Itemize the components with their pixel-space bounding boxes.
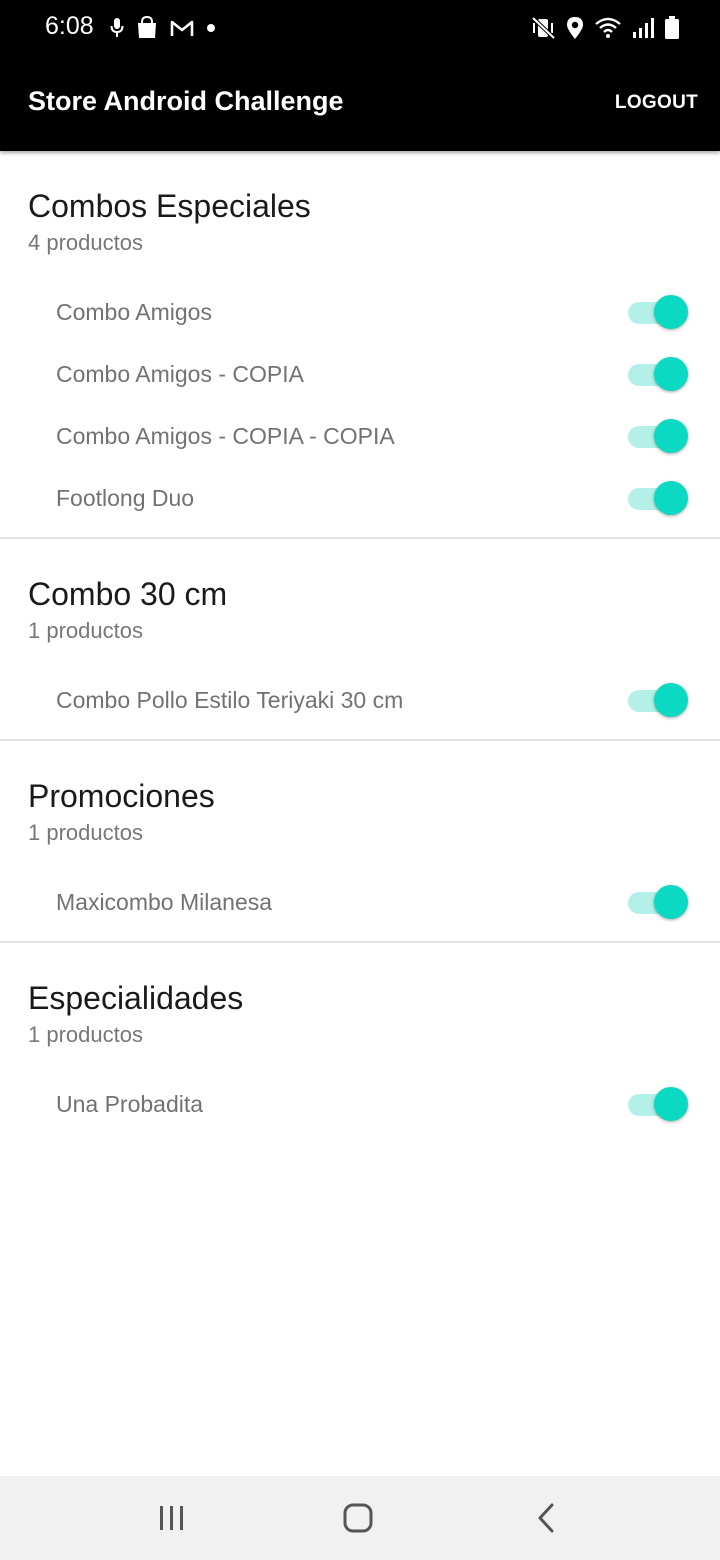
product-toggle[interactable] [628, 356, 688, 392]
product-row: Maxicombo Milanesa [0, 871, 720, 933]
product-row: Combo Amigos - COPIA - COPIA [0, 405, 720, 467]
category-title: Combos Especiales [28, 188, 311, 224]
shopping-bag-icon [136, 16, 158, 40]
category-count: 4 productos [28, 230, 143, 255]
app-title: Store Android Challenge [28, 86, 344, 116]
category-section: Combo 30 cm 1 productos Combo Pollo Esti… [0, 539, 720, 741]
product-name: Footlong Duo [56, 484, 195, 511]
category-header: Promociones 1 productos [0, 741, 720, 849]
microphone-icon [110, 17, 124, 39]
toggle-thumb [654, 357, 688, 391]
gmail-icon [170, 19, 194, 37]
status-time: 6:08 [45, 12, 94, 40]
back-icon[interactable] [526, 1498, 566, 1538]
screen: 6:08 Store Android Challenge LOGOUT Comb… [0, 0, 720, 1560]
status-right-icons [532, 14, 680, 42]
product-toggle[interactable] [628, 294, 688, 330]
category-header: Combos Especiales 4 productos [0, 151, 720, 259]
product-name: Combo Amigos [56, 298, 212, 325]
category-title: Combo 30 cm [28, 576, 228, 612]
product-list: Una Probadita [0, 1051, 720, 1143]
logout-button[interactable]: LOGOUT [615, 92, 698, 114]
category-header: Especialidades 1 productos [0, 943, 720, 1051]
product-toggle[interactable] [628, 1086, 688, 1122]
battery-icon [664, 16, 680, 40]
product-row: Una Probadita [0, 1073, 720, 1135]
status-left-icons [110, 14, 216, 42]
toggle-thumb [654, 295, 688, 329]
category-list: Combos Especiales 4 productos Combo Amig… [0, 151, 720, 1143]
vibrate-mute-icon [532, 17, 556, 39]
product-row: Footlong Duo [0, 467, 720, 529]
category-section: Promociones 1 productos Maxicombo Milane… [0, 741, 720, 943]
recent-apps-icon[interactable] [152, 1498, 192, 1538]
product-list: Combo Amigos Combo Amigos - COPIA Combo … [0, 259, 720, 537]
product-list: Combo Pollo Estilo Teriyaki 30 cm [0, 647, 720, 739]
product-name: Combo Amigos - COPIA [56, 360, 304, 387]
product-row: Combo Amigos [0, 281, 720, 343]
toggle-thumb [654, 683, 688, 717]
product-name: Una Probadita [56, 1090, 204, 1117]
location-icon [566, 16, 584, 40]
toggle-thumb [654, 481, 688, 515]
product-name: Combo Pollo Estilo Teriyaki 30 cm [56, 686, 404, 713]
category-title: Promociones [28, 778, 215, 814]
category-count: 1 productos [28, 820, 143, 845]
navigation-bar [0, 1476, 720, 1560]
dot-icon [206, 23, 216, 33]
product-toggle[interactable] [628, 418, 688, 454]
category-count: 1 productos [28, 618, 143, 643]
signal-icon [632, 17, 654, 39]
toggle-thumb [654, 1087, 688, 1121]
status-bar: 6:08 [0, 0, 720, 56]
category-section: Especialidades 1 productos Una Probadita [0, 943, 720, 1143]
product-row: Combo Amigos - COPIA [0, 343, 720, 405]
product-name: Maxicombo Milanesa [56, 888, 273, 915]
product-toggle[interactable] [628, 480, 688, 516]
category-count: 1 productos [28, 1022, 143, 1047]
category-header: Combo 30 cm 1 productos [0, 539, 720, 647]
product-toggle[interactable] [628, 682, 688, 718]
product-row: Combo Pollo Estilo Teriyaki 30 cm [0, 669, 720, 731]
product-list: Maxicombo Milanesa [0, 849, 720, 941]
product-toggle[interactable] [628, 884, 688, 920]
home-icon[interactable] [338, 1498, 378, 1538]
product-name: Combo Amigos - COPIA - COPIA [56, 422, 395, 449]
category-title: Especialidades [28, 980, 244, 1016]
app-bar: Store Android Challenge LOGOUT [0, 56, 720, 151]
category-section: Combos Especiales 4 productos Combo Amig… [0, 151, 720, 539]
toggle-thumb [654, 419, 688, 453]
toggle-thumb [654, 885, 688, 919]
wifi-icon [594, 17, 622, 39]
